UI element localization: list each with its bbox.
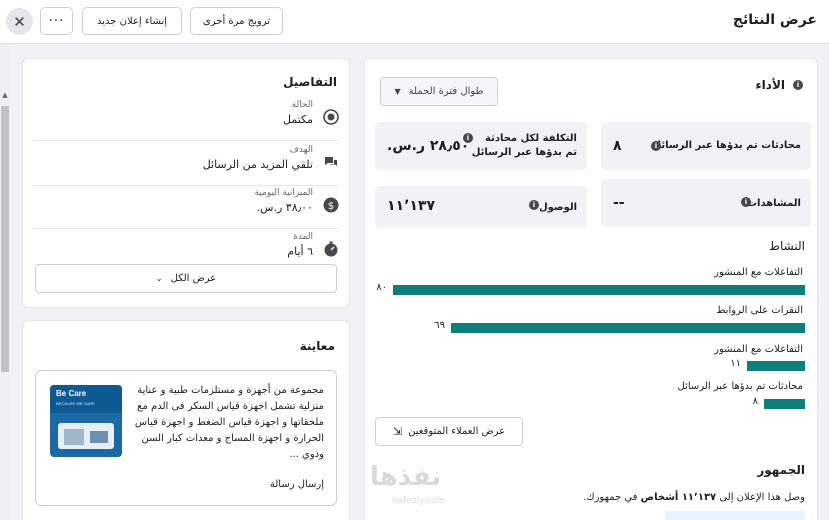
thumbnail-product-image — [64, 429, 84, 445]
info-icon[interactable]: i — [529, 200, 539, 210]
info-icon[interactable]: i — [651, 141, 661, 151]
detail-row-objective: الهدف تلقي المزيد من الرسائل — [33, 144, 339, 186]
campaign-period-dropdown[interactable]: طوال فترة الحملة ▼ — [380, 77, 498, 106]
metric-label: التكلفة لكل محادثة تم بدؤها عبر الرسائل — [472, 132, 577, 160]
view-potential-customers-label: عرض العملاء المتوقعين — [408, 426, 506, 437]
thumbnail-tagline: BECAUSE WE CARE — [56, 401, 95, 406]
scroll-up-arrow-icon[interactable]: ▲ — [1, 91, 9, 99]
scroll-thumb[interactable] — [1, 106, 9, 372]
metric-label: المشاهدات — [746, 198, 801, 209]
metric-value: -- — [613, 195, 625, 211]
create-new-ad-button[interactable]: إنشاء إعلان جديد — [82, 7, 182, 35]
watermark-text: نفذها — [370, 462, 442, 492]
send-message-cta[interactable]: إرسال رسالة — [270, 479, 324, 490]
watermark-logo: نفذها nafezly.com — [370, 462, 490, 520]
metric-label-line2: تم بدؤها عبر الرسائل — [471, 147, 577, 158]
dollar-icon: $ — [323, 197, 339, 213]
detail-label: الحالة — [291, 100, 313, 110]
metric-label: محادثات تم بدؤها عبر الرسائل — [652, 140, 801, 151]
audience-highlight — [665, 511, 805, 520]
detail-value: ٣٨٫٠٠ ر.س. — [256, 201, 313, 214]
activity-title: النشاط — [768, 239, 805, 253]
activity-value: ٨٠ — [376, 282, 387, 293]
boost-again-button[interactable]: ترويج مرة أخرى — [190, 7, 283, 35]
metric-label-line1: التكلفة لكل محادثة — [485, 133, 577, 144]
chevron-down-icon: ⌄ — [155, 274, 163, 283]
see-all-button[interactable]: عرض الكل ⌄ — [35, 264, 337, 293]
period-dropdown-label: طوال فترة الحملة — [408, 86, 484, 97]
metric-reach: الوصول i ١١٬١٣٧ — [375, 186, 587, 228]
detail-row-status: الحالة مكتمل — [33, 99, 339, 141]
activity-bar — [747, 361, 805, 371]
detail-value: مكتمل — [283, 113, 313, 126]
ad-body-text: مجموعة من أجهزة و مستلزمات طبية و عناية … — [134, 385, 324, 460]
detail-label: الميزانية اليومية — [254, 188, 313, 198]
metric-value: ١١٬١٣٧ — [387, 198, 436, 214]
metric-value: ٢٨٫٥٠ ر.س. — [387, 138, 470, 154]
top-bar: عرض النتائج ترويج مرة أخرى إنشاء إعلان ج… — [0, 0, 829, 44]
detail-label: الهدف — [289, 145, 313, 155]
activity-bar — [393, 285, 805, 295]
metric-cost-per-conversation: التكلفة لكل محادثة تم بدؤها عبر الرسائل … — [375, 122, 587, 170]
activity-value: ١١ — [730, 358, 741, 369]
timer-icon — [323, 241, 339, 257]
activity-bar — [451, 323, 805, 333]
audience-text-count: ١١٬١٣٧ أشخاص — [640, 492, 717, 503]
activity-bar — [764, 399, 805, 409]
detail-value: تلقي المزيد من الرسائل — [202, 158, 313, 171]
svg-text:$: $ — [328, 201, 334, 212]
ad-preview[interactable]: Be Care BECAUSE WE CARE مجموعة من أجهزة … — [35, 370, 337, 506]
detail-row-daily-budget: $ الميزانية اليومية ٣٨٫٠٠ ر.س. — [33, 187, 339, 229]
info-icon[interactable]: i — [741, 197, 751, 207]
performance-card: الأداء i طوال فترة الحملة ▼ محادثات تم ب… — [364, 58, 818, 520]
audience-text-suffix: في جمهورك. — [583, 492, 638, 503]
detail-value: ٦ أيام — [287, 245, 313, 258]
thumbnail-product-image — [90, 431, 108, 443]
close-icon[interactable]: ✕ — [6, 8, 33, 35]
chevron-down-icon: ▼ — [394, 87, 401, 96]
activity-value: ٨ — [752, 396, 758, 407]
info-icon[interactable]: i — [793, 80, 803, 90]
metric-label: الوصول — [538, 202, 577, 213]
audience-text: وصل هذا الإعلان إلى ١١٬١٣٧ أشخاص في جمهو… — [583, 492, 805, 503]
preview-card: معاينة Be Care BECAUSE WE CARE مجموعة من… — [22, 320, 350, 520]
page-title: عرض النتائج — [732, 12, 817, 28]
ad-thumbnail: Be Care BECAUSE WE CARE — [50, 385, 122, 457]
thumbnail-brand-logo: Be Care — [56, 389, 87, 398]
export-icon: ⇲ — [392, 425, 403, 438]
activity-label: التفاعلات مع المنشور — [714, 267, 803, 278]
view-potential-customers-button[interactable]: عرض العملاء المتوقعين ⇲ — [375, 417, 523, 446]
activity-value: ٦٩ — [434, 320, 445, 331]
preview-title: معاينة — [299, 339, 335, 353]
scrollbar[interactable]: ▲ — [0, 44, 10, 520]
more-options-button[interactable]: ··· — [40, 7, 73, 35]
metric-conversations-started: محادثات تم بدؤها عبر الرسائل i ٨ — [601, 122, 811, 170]
messages-icon — [323, 154, 339, 170]
performance-title: الأداء — [755, 78, 785, 92]
details-title: التفاصيل — [283, 75, 337, 89]
activity-label: النقرات على الروابط — [716, 305, 803, 316]
see-all-label: عرض الكل — [170, 273, 217, 284]
audience-title: الجمهور — [757, 463, 805, 477]
watermark-url: nafezly.com — [392, 496, 446, 506]
activity-label: التفاعلات مع المنشور — [714, 344, 803, 355]
audience-text-prefix: وصل هذا الإعلان إلى — [719, 492, 805, 503]
activity-label: محادثات تم بدؤها عبر الرسائل — [677, 381, 803, 392]
details-card: التفاصيل الحالة مكتمل الهدف تلقي المزيد … — [22, 58, 350, 308]
detail-label: المدة — [293, 232, 313, 242]
metric-impressions: المشاهدات i -- — [601, 179, 811, 227]
status-icon — [323, 109, 339, 125]
metric-value: ٨ — [613, 138, 622, 154]
